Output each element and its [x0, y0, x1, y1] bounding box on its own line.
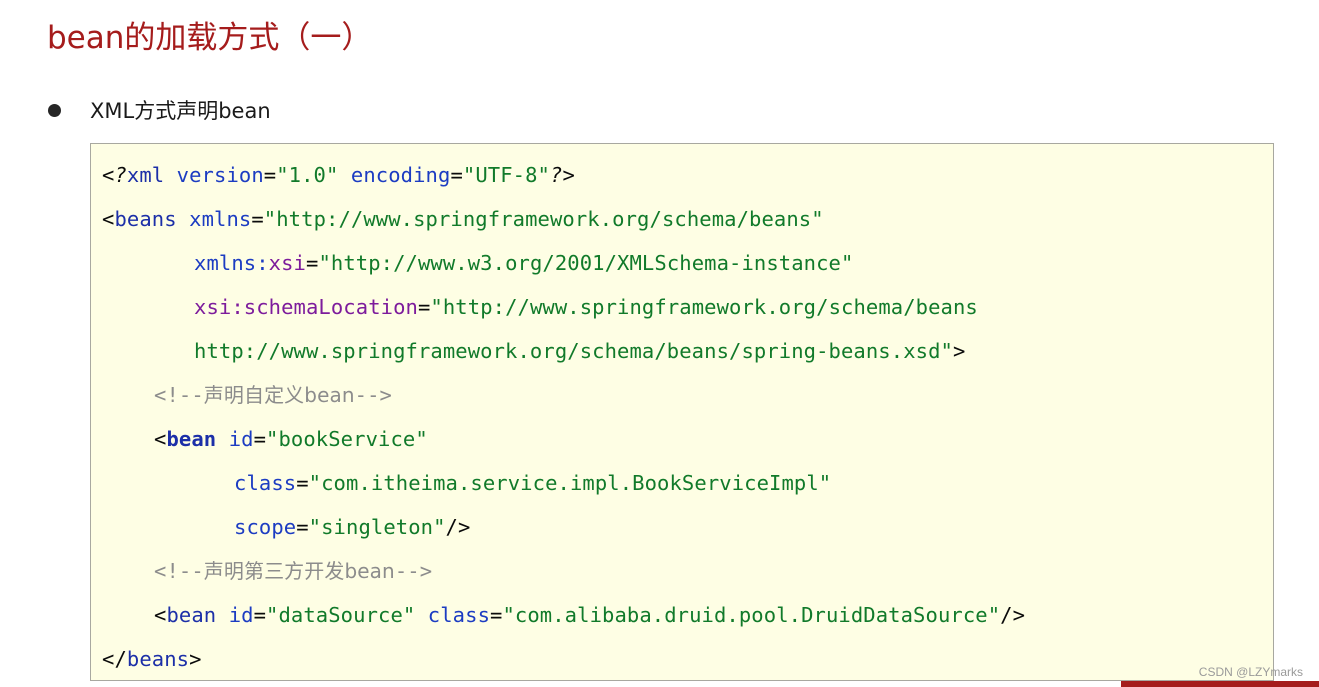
attr-value: "http://www.springframework.org/schema/b… — [430, 295, 978, 319]
tag-open: < — [154, 427, 167, 451]
comment-open: <!-- — [154, 559, 204, 583]
bullet-dot-icon — [48, 104, 61, 117]
attr-name: encoding — [350, 163, 451, 187]
attr-name: class — [234, 471, 297, 495]
attr-value: "bookService" — [266, 427, 428, 451]
attr-name: scope — [234, 515, 297, 539]
equals: = — [251, 207, 264, 231]
tag-end-open: </ — [102, 647, 127, 671]
code-line-8: class="com.itheima.service.impl.BookServ… — [234, 466, 831, 500]
tag-close: > — [952, 339, 966, 363]
attr-name: xsi:schemaLocation — [194, 295, 418, 319]
equals: = — [296, 471, 309, 495]
attr-value: "singleton" — [308, 515, 446, 539]
attr-value: "http://www.w3.org/2001/XMLSchema-instan… — [318, 251, 854, 275]
code-block: <?xml version="1.0" encoding="UTF-8"?> <… — [90, 143, 1274, 681]
code-line-1: <?xml version="1.0" encoding="UTF-8"?> — [102, 158, 575, 192]
pi-open: <? — [102, 163, 127, 187]
equals: = — [305, 251, 319, 275]
attr-value: "com.itheima.service.impl.BookServiceImp… — [308, 471, 832, 495]
tag-name: bean — [166, 603, 217, 627]
tag-self-close: /> — [445, 515, 471, 539]
code-line-11: <bean id="dataSource" class="com.alibaba… — [154, 598, 1025, 632]
code-line-7: <bean id="bookService" — [154, 422, 428, 456]
equals: = — [417, 295, 431, 319]
equals: = — [253, 427, 267, 451]
corner-decoration — [1121, 681, 1319, 687]
tag-self-close: /> — [1000, 603, 1026, 627]
tag-name: bean — [166, 427, 217, 451]
attr-value: "1.0" — [276, 163, 339, 187]
attr-value: "com.alibaba.druid.pool.DruidDataSource" — [502, 603, 1001, 627]
attr-name: id — [228, 603, 254, 627]
comment-close: --> — [354, 383, 392, 407]
comment-open: <!-- — [154, 383, 204, 407]
attr-name: id — [228, 427, 254, 451]
equals: = — [263, 163, 277, 187]
code-line-9: scope="singleton"/> — [234, 510, 470, 544]
code-line-3: xmlns:xsi="http://www.w3.org/2001/XMLSch… — [194, 246, 853, 280]
attr-value: "dataSource" — [266, 603, 416, 627]
attr-value: "http://www.springframework.org/schema/b… — [263, 207, 824, 231]
attr-value: "UTF-8" — [462, 163, 551, 187]
tag-open: < — [102, 207, 115, 231]
attr-name: xmlns — [189, 207, 252, 231]
code-line-10: <!--声明第三方开发bean--> — [154, 554, 432, 588]
attr-namespace: xsi — [268, 251, 306, 275]
tag-name: xml — [126, 163, 165, 187]
tag-close: > — [189, 647, 202, 671]
comment-close: --> — [394, 559, 433, 583]
tag-name: beans — [126, 647, 190, 671]
equals: = — [490, 603, 503, 627]
tag-name: beans — [114, 207, 177, 231]
code-line-12: </beans> — [102, 642, 202, 676]
attr-name: version — [176, 163, 264, 187]
attr-value: http://www.springframework.org/schema/be… — [194, 339, 953, 363]
watermark: CSDN @LZYmarks — [1198, 665, 1303, 679]
comment-text: 声明第三方开发bean — [203, 559, 395, 583]
pi-close: ?> — [550, 163, 575, 187]
tag-open: < — [154, 603, 167, 627]
comment-text: 声明自定义bean — [203, 383, 355, 407]
code-line-5: http://www.springframework.org/schema/be… — [194, 334, 965, 368]
code-line-6: <!--声明自定义bean--> — [154, 378, 392, 412]
attr-name: xmlns: — [194, 251, 269, 275]
attr-name: class — [427, 603, 491, 627]
code-line-2: <beans xmlns="http://www.springframework… — [102, 202, 824, 236]
slide-title: bean的加载方式（一） — [47, 20, 373, 56]
equals: = — [296, 515, 309, 539]
equals: = — [253, 603, 267, 627]
equals: = — [450, 163, 463, 187]
bullet-text: XML方式声明bean — [90, 99, 271, 123]
code-line-4: xsi:schemaLocation="http://www.springfra… — [194, 290, 978, 324]
